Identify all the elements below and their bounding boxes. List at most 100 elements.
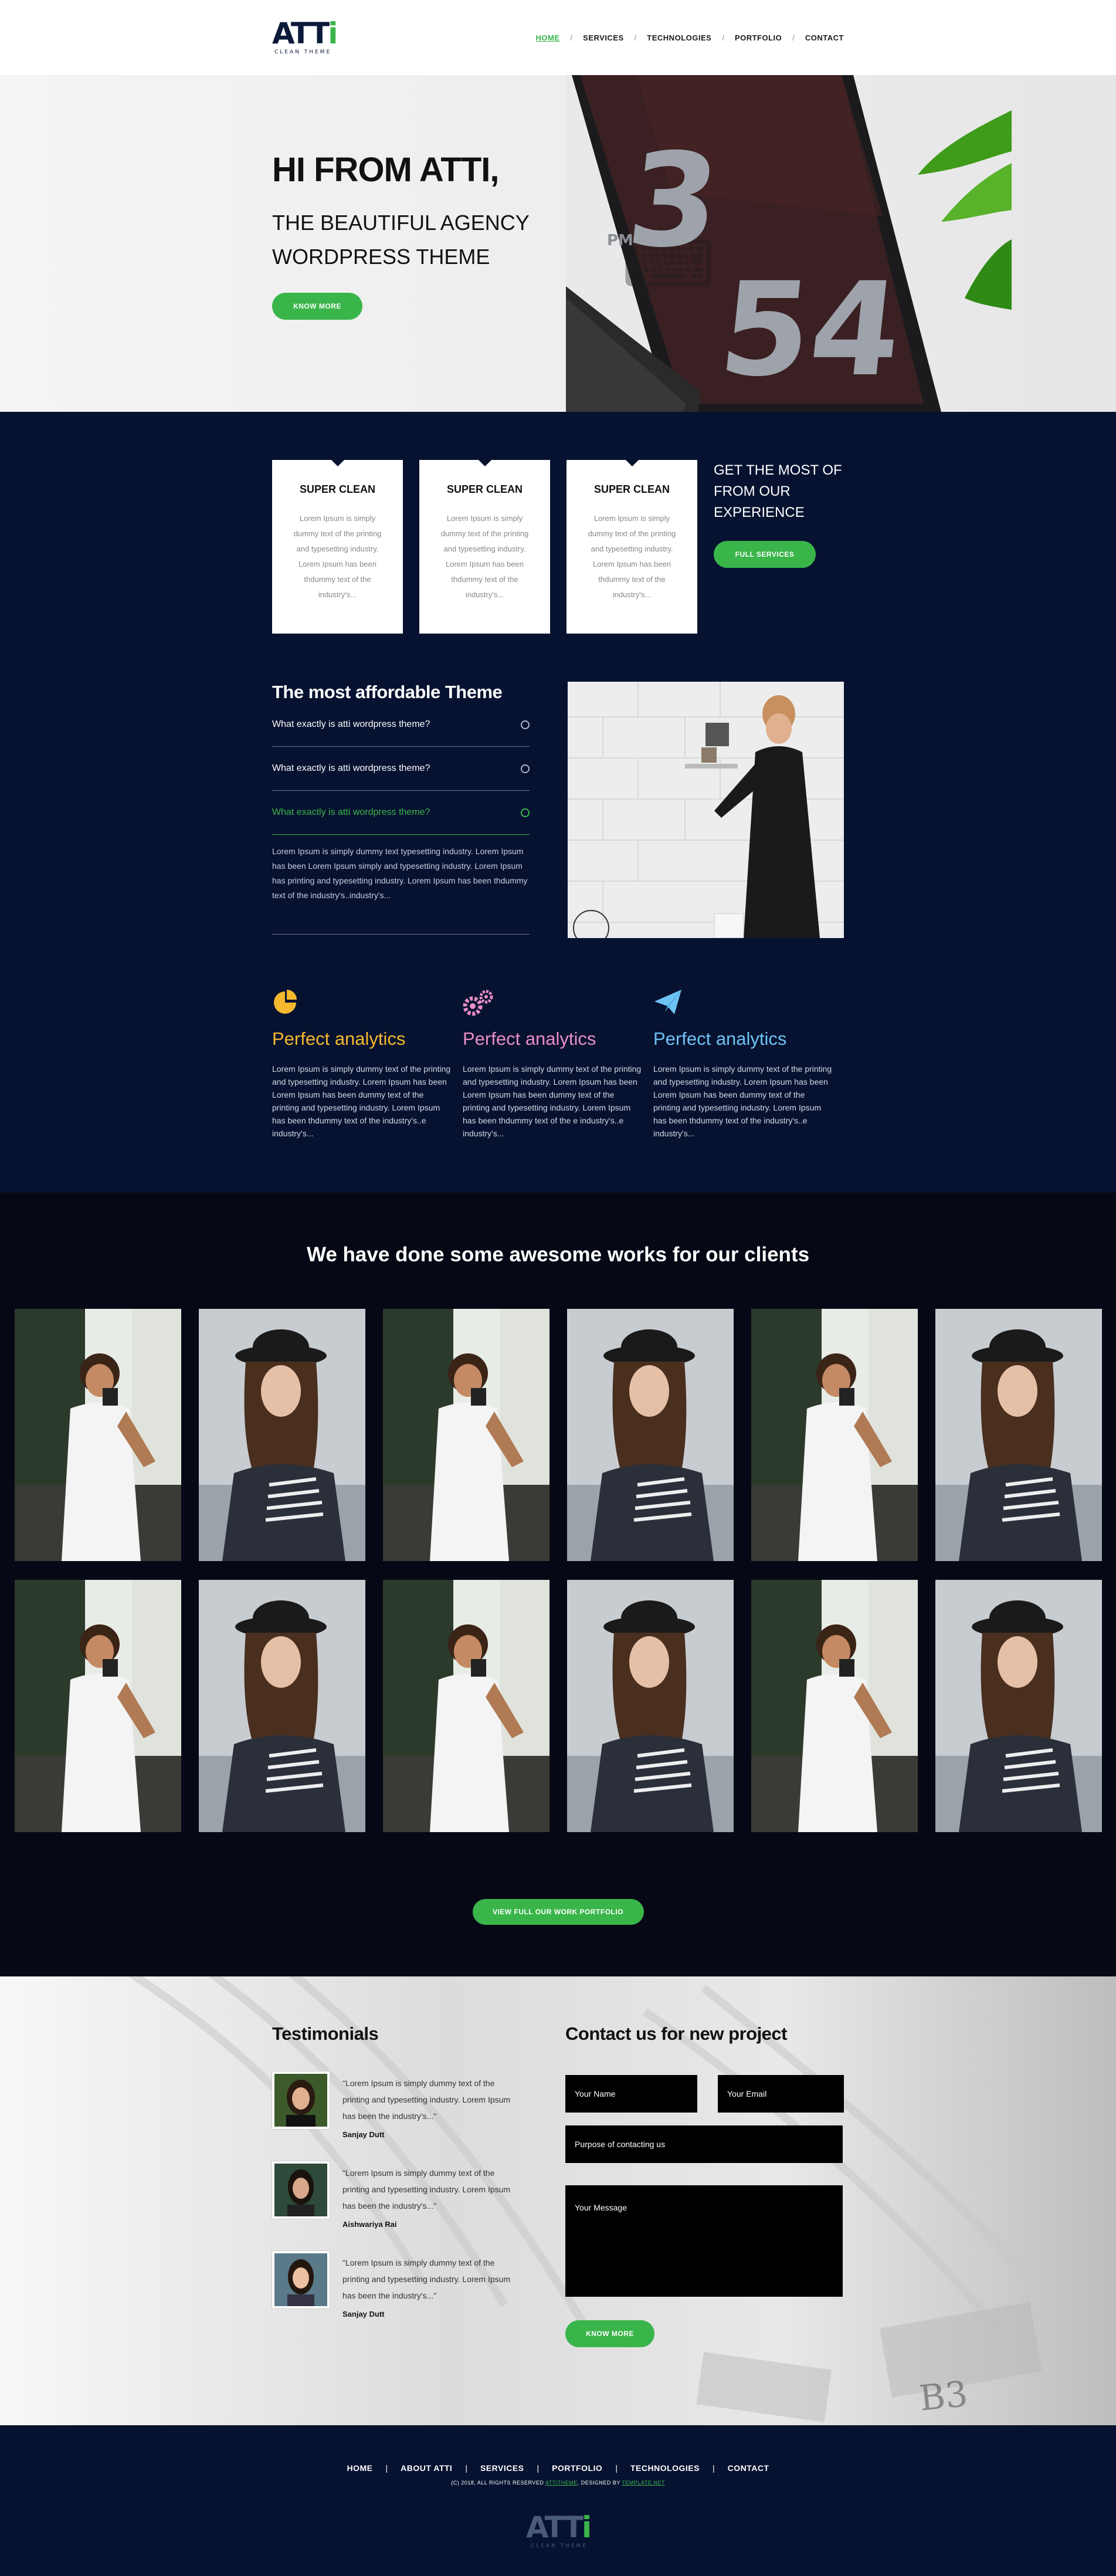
nav-home[interactable]: HOME — [536, 33, 560, 42]
testimonial-name: Sanjay Dutt — [342, 2130, 385, 2139]
service-card-text: Lorem Ipsum is simply dummy text of the … — [588, 514, 676, 599]
footer-separator: | — [615, 2463, 618, 2473]
portfolio-tile[interactable] — [751, 1309, 918, 1561]
copyright: (C) 2018, ALL RIGHTS RESERVED ATTITHEME.… — [451, 2480, 665, 2486]
view-portfolio-button[interactable]: VIEW FULL OUR WORK PORTFOLIO — [472, 1899, 644, 1925]
feature-item: Perfect analytics Lorem Ipsum is simply … — [272, 989, 463, 1140]
portfolio-tile[interactable] — [751, 1580, 918, 1832]
faq-row: The most affordable Theme What exactly i… — [272, 682, 844, 938]
feature-title: Perfect analytics — [463, 1028, 596, 1049]
service-card-title: SUPER CLEAN — [446, 483, 523, 495]
avatar — [272, 2071, 330, 2129]
nav-portfolio[interactable]: PORTFOLIO — [735, 33, 782, 42]
logo-wordmark: ATTi — [272, 16, 338, 50]
footer-logo-wordmark: ATTi — [525, 2510, 592, 2544]
portfolio-tile[interactable] — [14, 1309, 181, 1561]
portfolio-tile[interactable] — [382, 1309, 549, 1561]
portfolio-section: We have done some awesome works for our … — [0, 1193, 1116, 1976]
portfolio-tile[interactable] — [935, 1580, 1102, 1832]
service-card: SUPER CLEAN Lorem Ipsum is simply dummy … — [419, 459, 550, 634]
template-net-link[interactable]: TEMPLATE.NET — [622, 2480, 664, 2486]
services-section: SUPER CLEAN Lorem Ipsum is simply dummy … — [0, 412, 1116, 1193]
footer-logo[interactable]: ATTi CLEAN THEME — [525, 2510, 592, 2549]
svg-text:B3: B3 — [917, 2374, 969, 2419]
testimonial-text: "Lorem Ipsum is simply dummy text of the… — [342, 2079, 511, 2121]
contact-form: Contact us for new project Your Name You… — [565, 2023, 844, 2347]
portfolio-tile[interactable] — [567, 1309, 734, 1561]
portfolio-tile[interactable] — [567, 1580, 734, 1832]
nav-separator: / — [722, 33, 724, 42]
email-field[interactable]: Your Email — [718, 2075, 844, 2113]
footer-link-about[interactable]: ABOUT ATTI — [401, 2463, 452, 2473]
message-field[interactable]: Your Message — [565, 2185, 843, 2297]
testimonial-name: Aishwariya Rai — [342, 2220, 397, 2229]
hero-subtitle: THE BEAUTIFUL AGENCY WORDPRESS THEME — [272, 211, 530, 269]
hero-title: HI FROM ATTI, — [272, 151, 500, 189]
portfolio-tile[interactable] — [14, 1580, 181, 1832]
faq-item[interactable]: What exactly is atti wordpress theme? — [272, 747, 530, 791]
avatar — [272, 2161, 330, 2219]
features-row: Perfect analytics Lorem Ipsum is simply … — [272, 989, 844, 1193]
faq-question: What exactly is atti wordpress theme? — [272, 807, 430, 817]
footer-link-portfolio[interactable]: PORTFOLIO — [552, 2463, 602, 2473]
hero-know-more-button[interactable]: KNOW MORE — [272, 293, 362, 320]
man-at-wall-photo — [568, 682, 844, 938]
contact-submit-button[interactable]: KNOW MORE — [565, 2320, 654, 2347]
testimonials: Testimonials "Lorem Ipsum is simply dumm… — [272, 2023, 565, 2347]
site-footer: HOME | ABOUT ATTI | SERVICES | PORTFOLIO… — [0, 2425, 1116, 2576]
avatar — [272, 2251, 330, 2308]
service-card: SUPER CLEAN Lorem Ipsum is simply dummy … — [272, 459, 403, 634]
feature-text: Lorem Ipsum is simply dummy text of the … — [653, 1064, 832, 1138]
portfolio-grid — [0, 1309, 1116, 1832]
expand-icon — [521, 764, 530, 773]
feature-title: Perfect analytics — [272, 1028, 406, 1049]
testimonials-contact-section: B3 Testimonials "Lorem Ipsum is simply d… — [0, 1976, 1116, 2425]
footer-link-technologies[interactable]: TECHNOLOGIES — [630, 2463, 700, 2473]
services-cta-title: GET THE MOST OF FROM OUR EXPERIENCE — [714, 462, 842, 520]
full-services-button[interactable]: FULL SERVICES — [714, 541, 816, 568]
testimonial-item: "Lorem Ipsum is simply dummy text of the… — [272, 2251, 565, 2318]
faq-title: The most affordable Theme — [272, 682, 503, 702]
main-nav: HOME / SERVICES / TECHNOLOGIES / PORTFOL… — [536, 33, 844, 42]
testimonial-item: "Lorem Ipsum is simply dummy text of the… — [272, 2071, 565, 2139]
testimonial-name: Sanjay Dutt — [342, 2310, 385, 2318]
nav-separator: / — [792, 33, 795, 42]
footer-separator: | — [537, 2463, 540, 2473]
name-field[interactable]: Your Name — [565, 2075, 697, 2113]
footer-link-services[interactable]: SERVICES — [480, 2463, 524, 2473]
faq-answer: Lorem Ipsum is simply dummy text typeset… — [272, 835, 530, 935]
feature-item: Perfect analytics Lorem Ipsum is simply … — [653, 989, 844, 1140]
nav-contact[interactable]: CONTACT — [805, 33, 844, 42]
faq-accordion: The most affordable Theme What exactly i… — [272, 682, 530, 938]
faq-item-open[interactable]: What exactly is atti wordpress theme? — [272, 791, 530, 835]
faq-item[interactable]: What exactly is atti wordpress theme? — [272, 703, 530, 747]
service-cards: SUPER CLEAN Lorem Ipsum is simply dummy … — [272, 412, 844, 634]
feature-text: Lorem Ipsum is simply dummy text of the … — [463, 1064, 642, 1138]
service-card-title: SUPER CLEAN — [593, 483, 670, 495]
expand-icon — [521, 808, 530, 817]
nav-technologies[interactable]: TECHNOLOGIES — [647, 33, 711, 42]
portfolio-tile[interactable] — [935, 1309, 1102, 1561]
portfolio-tile[interactable] — [198, 1580, 365, 1832]
footer-link-contact[interactable]: CONTACT — [728, 2463, 769, 2473]
footer-separator: | — [465, 2463, 467, 2473]
card-notch — [330, 459, 345, 466]
attitheme-link[interactable]: ATTITHEME — [545, 2480, 578, 2486]
footer-link-home[interactable]: HOME — [347, 2463, 372, 2473]
feature-item: Perfect analytics Lorem Ipsum is simply … — [463, 989, 653, 1140]
service-card: SUPER CLEAN Lorem Ipsum is simply dummy … — [567, 459, 697, 634]
faq-question: What exactly is atti wordpress theme? — [272, 719, 430, 729]
footer-nav: HOME | ABOUT ATTI | SERVICES | PORTFOLIO… — [0, 2463, 1116, 2473]
card-notch — [625, 459, 639, 466]
portfolio-title: We have done some awesome works for our … — [306, 1243, 810, 1266]
service-card-text: Lorem Ipsum is simply dummy text of the … — [440, 514, 529, 599]
nav-services[interactable]: SERVICES — [583, 33, 624, 42]
portfolio-tile[interactable] — [198, 1309, 365, 1561]
gears-icon — [463, 989, 653, 1021]
testimonial-item: "Lorem Ipsum is simply dummy text of the… — [272, 2161, 565, 2229]
logo[interactable]: ATTi CLEAN THEME — [272, 16, 338, 55]
portfolio-tile[interactable] — [382, 1580, 549, 1832]
purpose-field[interactable]: Purpose of contacting us — [565, 2125, 843, 2163]
testimonials-title: Testimonials — [272, 2023, 379, 2044]
expand-icon — [521, 720, 530, 729]
